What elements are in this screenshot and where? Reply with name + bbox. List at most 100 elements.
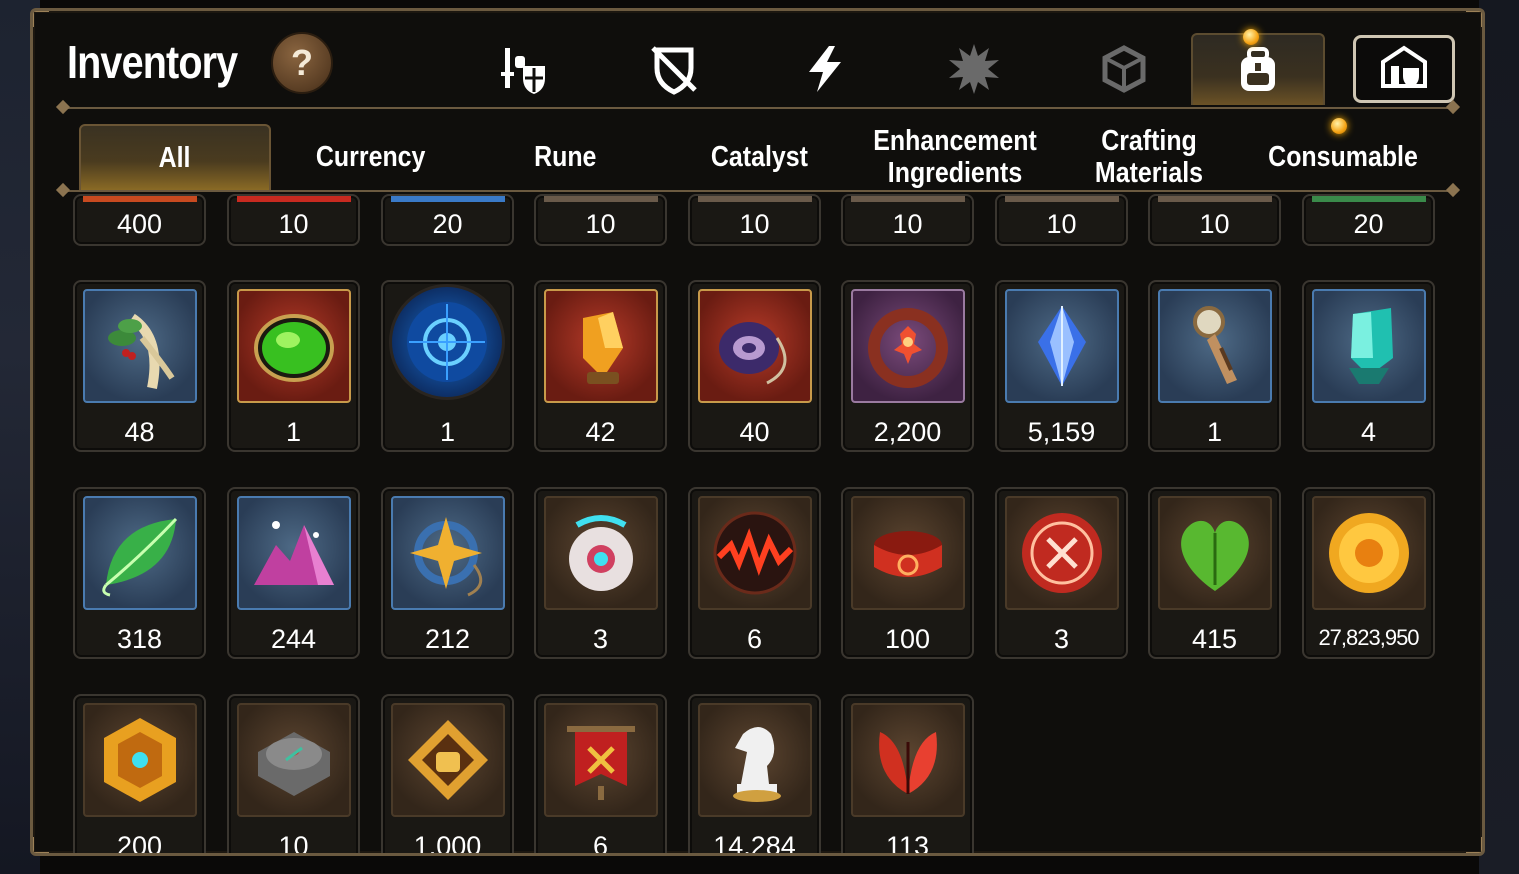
tab-backpack[interactable]	[1191, 29, 1325, 105]
item-icon-frame	[544, 496, 658, 610]
teal-crystal-icon	[1349, 308, 1393, 384]
item-slot[interactable]: 318	[73, 487, 206, 659]
item-slot[interactable]: 10	[534, 194, 667, 246]
tab-enhancement-ingredients[interactable]: Enhancement Ingredients	[857, 124, 1053, 190]
tab-hero-gear[interactable]	[457, 33, 591, 105]
tab-all[interactable]: All	[79, 124, 271, 190]
pendant-key-icon	[1193, 306, 1237, 384]
item-slot[interactable]: 1,000	[381, 694, 514, 853]
item-frame-edge	[544, 196, 658, 202]
item-slot[interactable]: 5,159	[995, 280, 1128, 452]
item-icon-frame	[544, 289, 658, 403]
item-quantity: 318	[116, 624, 163, 654]
tab-shield-slash[interactable]	[607, 33, 741, 105]
item-slot[interactable]: 1	[227, 280, 360, 452]
item-frame-edge	[1005, 196, 1119, 202]
item-quantity: 10	[1046, 209, 1077, 239]
item-slot[interactable]: 10	[1148, 194, 1281, 246]
item-grid: 400 10 20 10 10 10 10 10 20 48 1 1 42 40 2,200 5,159 1 4 3…	[33, 194, 1482, 856]
item-frame-edge	[698, 196, 812, 202]
item-slot[interactable]: 415	[1148, 487, 1281, 659]
gold-hexagon-shield-icon	[104, 718, 176, 802]
item-icon-frame	[1158, 289, 1272, 403]
green-orb-icon	[254, 314, 334, 382]
herb-root-icon	[108, 313, 175, 389]
tab-cube[interactable]	[1057, 33, 1191, 105]
castle-icon	[1381, 45, 1427, 88]
item-icon-frame	[1312, 496, 1426, 610]
item-icon-frame	[698, 289, 812, 403]
item-icon-frame	[851, 289, 965, 403]
item-slot[interactable]: 20	[1302, 194, 1435, 246]
header-divider	[63, 107, 1453, 109]
shield-slash-icon	[651, 46, 697, 95]
item-slot[interactable]: 27,823,950	[1302, 487, 1435, 659]
item-frame-edge	[237, 196, 351, 202]
item-quantity: 42	[585, 417, 616, 447]
item-slot[interactable]: 6	[534, 694, 667, 853]
chess-knight-icon	[733, 727, 781, 802]
item-slot[interactable]: 48	[73, 280, 206, 452]
item-icon-frame	[391, 496, 505, 610]
tab-catalyst[interactable]: Catalyst	[661, 124, 857, 190]
page-title: Inventory	[67, 36, 238, 88]
item-slot[interactable]: 14,284	[688, 694, 821, 856]
item-slot[interactable]: 244	[227, 487, 360, 659]
item-quantity: 212	[424, 624, 471, 654]
item-slot[interactable]: 6	[688, 487, 821, 659]
tab-currency[interactable]: Currency	[273, 124, 469, 190]
item-slot[interactable]: 400	[73, 194, 206, 246]
frame-corner	[33, 11, 49, 27]
background-right	[1479, 0, 1519, 874]
frame-corner	[1466, 11, 1482, 27]
item-quantity: 10	[278, 831, 309, 856]
notification-dot	[1243, 29, 1259, 45]
item-slot[interactable]: 10	[841, 194, 974, 246]
tab-consumable[interactable]: Consumable	[1245, 124, 1441, 190]
item-slot[interactable]: 20	[381, 194, 514, 246]
help-button[interactable]: ?	[271, 32, 333, 94]
item-slot[interactable]: 100	[841, 487, 974, 659]
amulet-ring-icon	[719, 322, 787, 385]
item-slot[interactable]: 200	[73, 694, 206, 853]
item-slot[interactable]: 2,200	[841, 280, 974, 452]
item-slot[interactable]: 10	[995, 194, 1128, 246]
item-slot[interactable]: 1	[381, 280, 514, 452]
item-slot[interactable]: 10	[227, 694, 360, 856]
item-slot[interactable]: 3	[995, 487, 1128, 659]
item-icon-frame	[83, 703, 197, 817]
item-slot[interactable]: 113	[841, 694, 974, 853]
item-icon-frame	[389, 284, 505, 400]
leaf-icon	[102, 517, 178, 597]
tab-rune[interactable]: Rune	[469, 124, 661, 190]
item-slot[interactable]: 10	[688, 194, 821, 246]
item-quantity: 48	[124, 417, 155, 447]
item-slot[interactable]: 4	[1302, 280, 1435, 452]
item-quantity: 4	[1360, 417, 1377, 447]
item-quantity: 10	[278, 209, 309, 239]
burst-icon	[949, 44, 999, 94]
lava-orb-icon	[713, 511, 797, 595]
item-slot[interactable]: 42	[534, 280, 667, 452]
item-slot[interactable]: 212	[381, 487, 514, 659]
tab-lightning[interactable]	[757, 33, 891, 105]
item-quantity: 10	[585, 209, 616, 239]
item-icon-frame	[237, 703, 351, 817]
item-slot[interactable]: 40	[688, 280, 821, 452]
item-slot[interactable]: 10	[227, 194, 360, 246]
item-quantity: 10	[1199, 209, 1230, 239]
red-leaves-icon	[879, 732, 937, 794]
item-slot[interactable]: 1	[1148, 280, 1281, 452]
item-icon-frame	[1312, 289, 1426, 403]
item-quantity: 14,284	[713, 831, 796, 856]
item-slot[interactable]: 3	[534, 487, 667, 659]
item-icon-frame	[1158, 496, 1272, 610]
item-quantity: 3	[592, 624, 609, 654]
tab-crafting-materials[interactable]: Crafting Materials	[1053, 124, 1245, 190]
item-icon-frame	[83, 496, 197, 610]
item-icon-frame	[391, 703, 505, 817]
tab-burst[interactable]	[907, 33, 1041, 105]
tab-castle[interactable]	[1353, 35, 1455, 103]
item-quantity: 10	[892, 209, 923, 239]
gold-coin-icon	[1329, 513, 1409, 593]
